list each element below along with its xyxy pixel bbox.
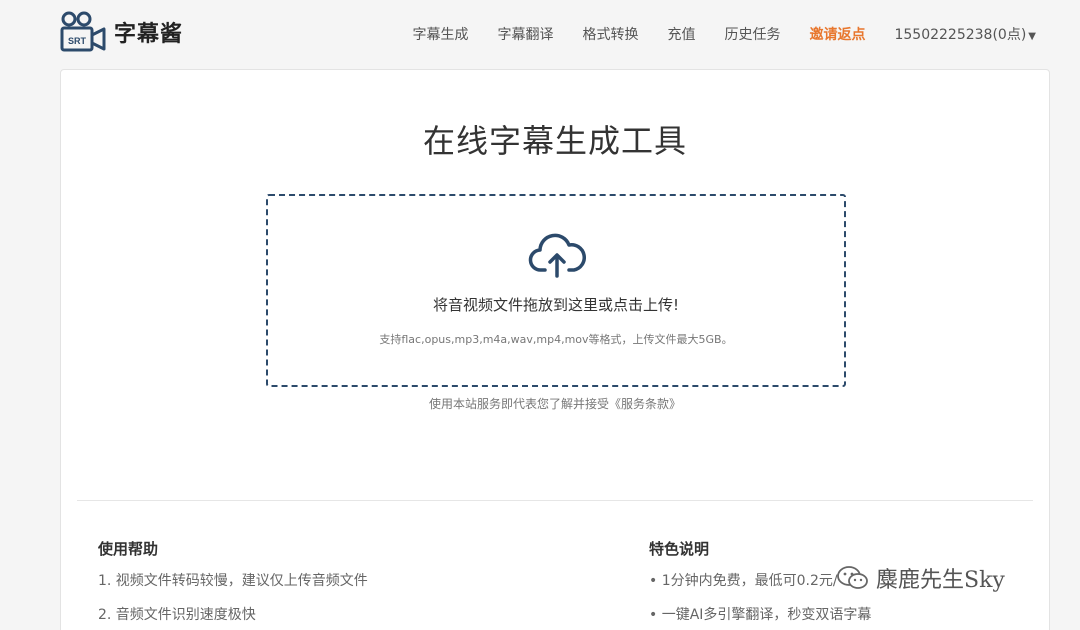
nav-invite-rebate[interactable]: 邀请返点: [809, 24, 865, 44]
features-title: 特色说明: [649, 540, 710, 558]
feature-item: • 1分钟内免费，最低可0.2元/: [649, 573, 838, 589]
wechat-icon: [837, 566, 868, 589]
terms-prefix: 使用本站服务即代表您了解并接受: [428, 397, 609, 411]
page-title: 在线字幕生成工具: [422, 122, 687, 160]
caret-down-icon: ▼: [1028, 31, 1036, 42]
section-divider: [77, 500, 1033, 501]
account-menu[interactable]: 15502225238(0点) ▼: [894, 24, 1036, 44]
logo[interactable]: SRT 字幕酱: [60, 10, 183, 54]
upload-formats: 支持flac,opus,mp3,m4a,wav,mp4,mov等格式，上传文件最…: [379, 333, 733, 346]
main-nav: 字幕生成 字幕翻译 格式转换 充值 历史任务 邀请返点 15502225238(…: [412, 24, 1036, 44]
help-title: 使用帮助: [98, 540, 159, 558]
main-card: 在线字幕生成工具 将音视频文件拖放到这里或点击上传! 支持flac,opus,m…: [60, 69, 1050, 630]
account-label: 15502225238(0点): [894, 27, 1027, 43]
nav-format-convert[interactable]: 格式转换: [582, 24, 638, 44]
terms-notice: 使用本站服务即代表您了解并接受《服务条款》: [61, 395, 1049, 412]
feature-item: • 一键AI多引擎翻译，秒变双语字幕: [649, 607, 872, 623]
nav-history-tasks[interactable]: 历史任务: [724, 24, 780, 44]
upload-instruction: 将音视频文件拖放到这里或点击上传!: [432, 296, 679, 314]
watermark: 麋鹿先生Sky: [836, 562, 1005, 594]
terms-link[interactable]: 《服务条款》: [609, 397, 681, 411]
nav-recharge[interactable]: 充值: [667, 24, 695, 44]
upload-dropzone[interactable]: 将音视频文件拖放到这里或点击上传! 支持flac,opus,mp3,m4a,wa…: [266, 194, 846, 387]
nav-subtitle-translate[interactable]: 字幕翻译: [497, 24, 553, 44]
help-item: 1. 视频文件转码较慢，建议仅上传音频文件: [98, 573, 368, 589]
camera-logo-icon: SRT: [60, 11, 106, 52]
top-bar: SRT 字幕酱 字幕生成 字幕翻译 格式转换 充值 历史任务 邀请返点 1550…: [0, 0, 1080, 68]
watermark-text: 麋鹿先生Sky: [876, 568, 1005, 593]
nav-subtitle-generate[interactable]: 字幕生成: [412, 24, 468, 44]
logo-text: 字幕酱: [114, 22, 184, 47]
logo-badge: SRT: [68, 36, 87, 46]
cloud-upload-icon: [528, 233, 586, 278]
help-item: 2. 音频文件识别速度极快: [98, 607, 256, 623]
